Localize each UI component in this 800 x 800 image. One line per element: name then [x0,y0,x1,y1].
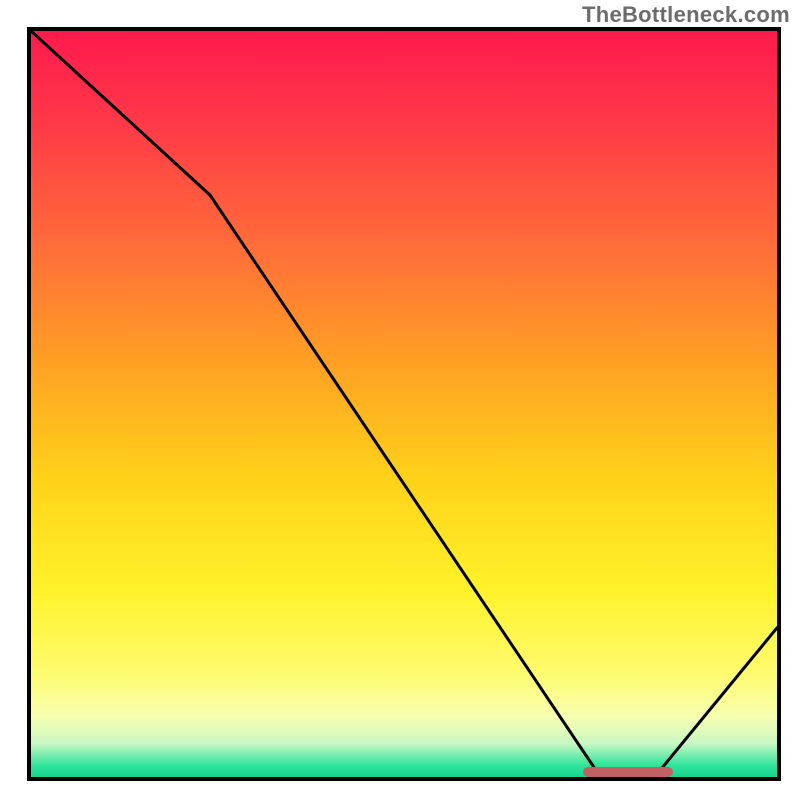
plot-area [27,27,781,781]
background-rect [31,31,777,777]
sweet-spot-marker [583,767,673,777]
chart-svg [31,31,777,777]
watermark-text: TheBottleneck.com [582,2,790,28]
chart-frame: TheBottleneck.com [0,0,800,800]
